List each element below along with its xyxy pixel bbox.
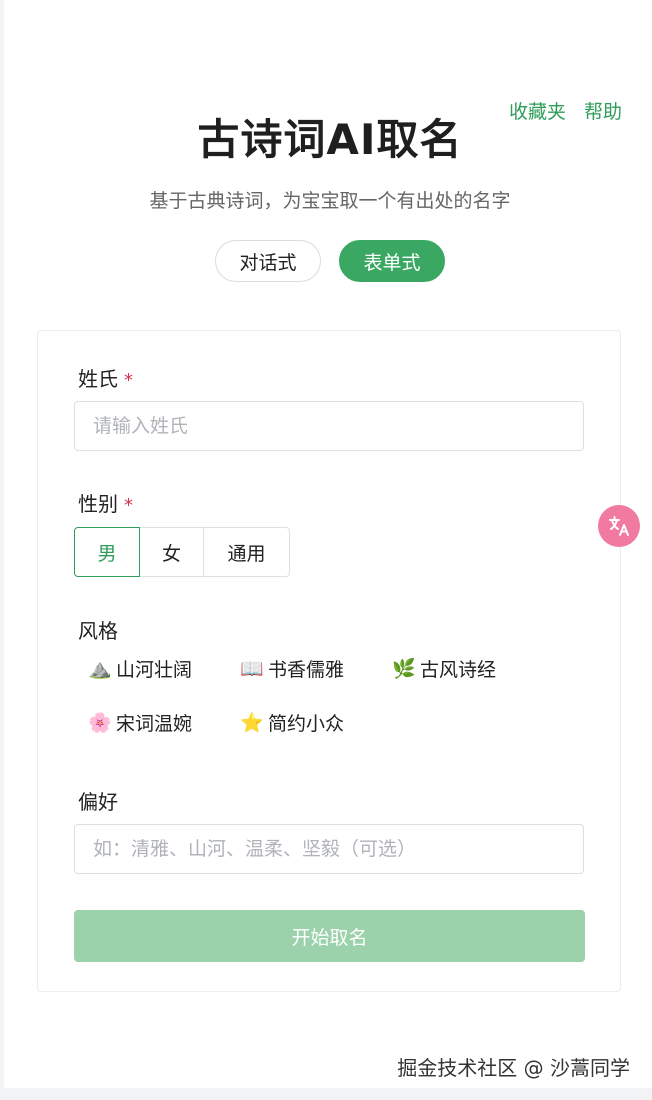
watermark: 掘金技术社区 @ 沙蒿同学 bbox=[397, 1056, 630, 1080]
required-mark: * bbox=[124, 370, 133, 391]
page: 收藏夹 帮助 古诗词AI取名 基于古典诗词，为宝宝取一个有出处的名字 对话式 表… bbox=[0, 0, 652, 1100]
style-option-label: 简约小众 bbox=[268, 713, 345, 735]
style-label: 风格 bbox=[78, 619, 118, 643]
page-subtitle: 基于古典诗词，为宝宝取一个有出处的名字 bbox=[149, 190, 511, 212]
style-option-label: 山河壮阔 bbox=[116, 659, 193, 681]
mode-chat-button[interactable]: 对话式 bbox=[215, 240, 321, 282]
style-option-label: 宋词温婉 bbox=[116, 713, 193, 735]
gender-label: 性别 * bbox=[78, 488, 133, 517]
preference-label: 偏好 bbox=[78, 790, 118, 814]
mountain-icon: ⛰️ bbox=[88, 658, 112, 680]
surname-label-text: 姓氏 bbox=[78, 367, 118, 391]
leaf-icon: 🌿 bbox=[392, 658, 416, 680]
gender-option-unisex[interactable]: 通用 bbox=[203, 527, 290, 577]
mode-form-button[interactable]: 表单式 bbox=[339, 240, 445, 282]
bottom-bar bbox=[4, 1088, 652, 1100]
style-option-classic-odes[interactable]: 🌿 古风诗经 bbox=[392, 655, 496, 682]
surname-input[interactable] bbox=[74, 401, 584, 451]
style-option-mountains[interactable]: ⛰️ 山河壮阔 bbox=[88, 655, 192, 682]
translate-float-button[interactable] bbox=[598, 505, 640, 547]
style-option-label: 书香儒雅 bbox=[268, 659, 345, 681]
start-naming-button[interactable]: 开始取名 bbox=[74, 910, 585, 962]
style-option-minimal[interactable]: ⭐ 简约小众 bbox=[240, 709, 344, 736]
style-option-label: 古风诗经 bbox=[420, 659, 497, 681]
page-title: 古诗词AI取名 bbox=[197, 115, 463, 164]
translate-icon bbox=[609, 516, 629, 536]
mode-switch: 对话式 表单式 bbox=[4, 240, 652, 282]
naming-form-card: 姓氏 * 性别 * 男 女 通用 风格 ⛰️ 山河壮阔 📖 书香儒雅 🌿 古风诗经 bbox=[37, 330, 621, 992]
book-icon: 📖 bbox=[240, 658, 264, 680]
star-icon: ⭐ bbox=[240, 712, 264, 734]
preference-input[interactable] bbox=[74, 824, 584, 874]
style-option-scholarly[interactable]: 📖 书香儒雅 bbox=[240, 655, 344, 682]
style-option-song-ci[interactable]: 🌸 宋词温婉 bbox=[88, 709, 192, 736]
blossom-icon: 🌸 bbox=[88, 712, 112, 734]
gender-label-text: 性别 bbox=[78, 492, 118, 516]
required-mark: * bbox=[124, 495, 133, 516]
gender-radio-group: 男 女 通用 bbox=[74, 527, 290, 577]
surname-label: 姓氏 * bbox=[78, 363, 133, 392]
gender-option-female[interactable]: 女 bbox=[139, 527, 204, 577]
gender-option-male[interactable]: 男 bbox=[74, 527, 140, 577]
